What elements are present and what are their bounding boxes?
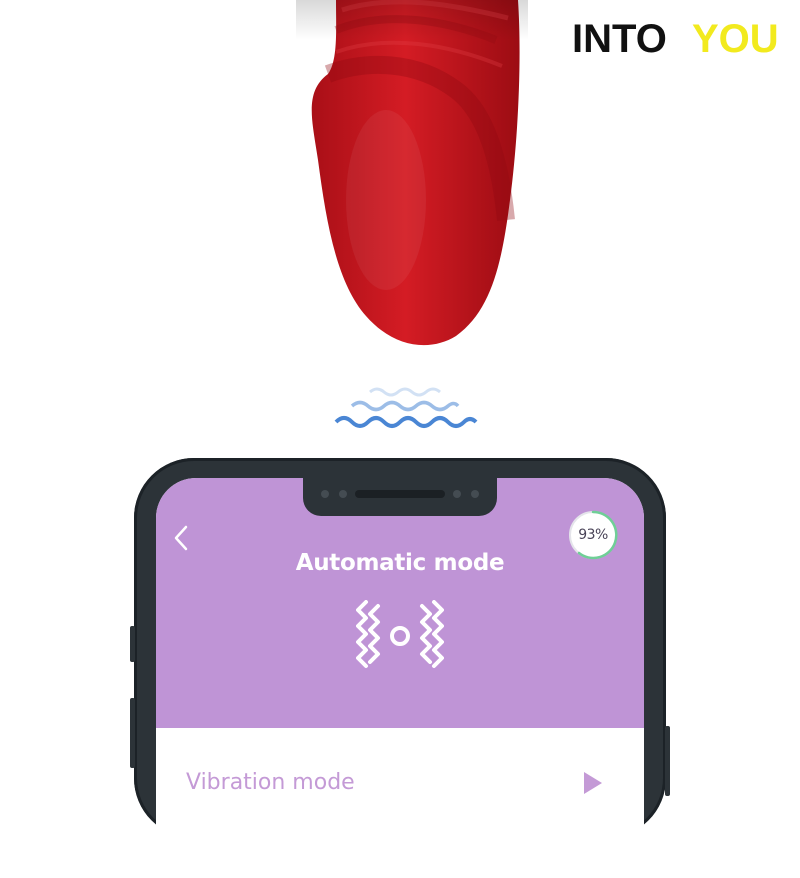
logo-text-dark: INTO [572, 17, 667, 61]
notch [303, 478, 497, 516]
brand-logo: INTO YOU [572, 12, 786, 62]
back-button[interactable] [170, 524, 192, 552]
vibration-waves-icon [356, 600, 444, 672]
chevron-left-icon [174, 525, 188, 551]
volume-button [130, 698, 135, 768]
page-title: Automatic mode [295, 550, 505, 576]
signal-waves [330, 382, 480, 438]
power-button [665, 726, 670, 796]
earpiece-speaker [355, 490, 445, 498]
list-item-vibration-mode[interactable]: Vibration mode [156, 748, 644, 808]
logo-text-accent: YOU [692, 17, 779, 61]
list-item-label: Vibration mode [186, 770, 355, 795]
phone-frame: 93% Automatic mode Vibration mode [130, 458, 670, 878]
app-header: 93% Automatic mode [156, 478, 644, 728]
phone-screen: 93% Automatic mode Vibration mode [156, 478, 644, 878]
front-sensor [339, 490, 347, 498]
front-camera [453, 490, 461, 498]
volume-button [130, 626, 135, 662]
front-sensor [471, 490, 479, 498]
product-image [296, 0, 528, 350]
front-sensor [321, 490, 329, 498]
play-icon[interactable] [581, 770, 605, 796]
